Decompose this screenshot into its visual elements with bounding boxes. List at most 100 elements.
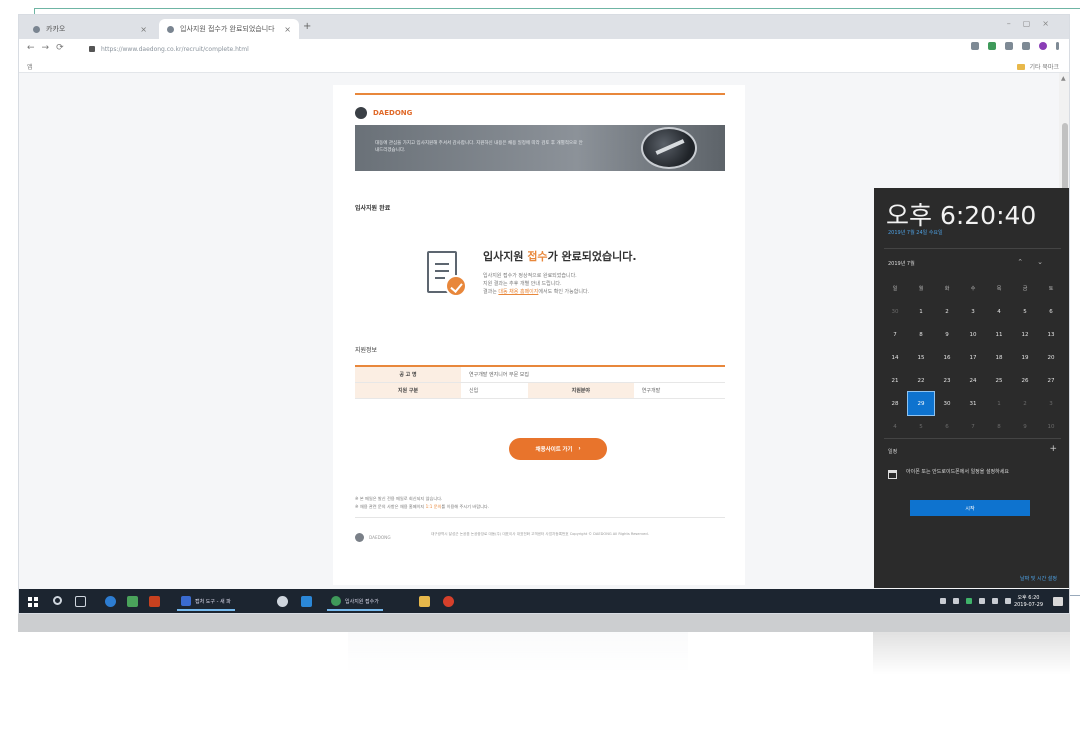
calendar-day[interactable]: 18 — [986, 346, 1012, 369]
volume-icon[interactable] — [992, 598, 998, 604]
store-icon[interactable] — [127, 596, 138, 607]
calendar-day[interactable]: 13 — [1038, 323, 1064, 346]
navigation-buttons[interactable]: ←→⟳ — [27, 43, 71, 53]
calendar-day[interactable]: 14 — [882, 346, 908, 369]
app-icon[interactable] — [443, 596, 454, 607]
calendar-day[interactable]: 3 — [1038, 392, 1064, 415]
brand-emblem-icon — [355, 107, 367, 119]
table-header-cell: 지원분야 — [527, 382, 634, 399]
calendar-day[interactable]: 15 — [908, 346, 934, 369]
task-view-icon[interactable] — [75, 596, 86, 607]
calendar-day[interactable]: 11 — [986, 323, 1012, 346]
menu-icon[interactable] — [1056, 42, 1059, 50]
taskbar-clock[interactable]: 오후 6:20 2019-07-29 — [1014, 595, 1043, 609]
agenda-start-button[interactable]: 시작 — [910, 500, 1030, 516]
notification-icon[interactable] — [1053, 597, 1063, 606]
tray-app-icon[interactable] — [966, 598, 972, 604]
calendar-day[interactable]: 1 — [986, 392, 1012, 415]
extension-icon[interactable] — [988, 42, 996, 50]
calendar-day[interactable]: 16 — [934, 346, 960, 369]
calendar-day[interactable]: 23 — [934, 369, 960, 392]
address-bar-url: https://www.daedong.co.kr/recruit/comple… — [101, 45, 249, 53]
chevron-up-icon[interactable] — [953, 598, 959, 604]
calendar-day[interactable]: 8 — [986, 415, 1012, 438]
app-icon[interactable] — [277, 596, 288, 607]
browser-tab-1[interactable]: 카카오 × — [25, 19, 155, 39]
window-controls[interactable]: –▢× — [1007, 19, 1061, 28]
calendar-day[interactable]: 1 — [908, 300, 934, 323]
extension-icon[interactable] — [1005, 42, 1013, 50]
calendar-day[interactable]: 2 — [1012, 392, 1038, 415]
taskbar-app-chrome[interactable]: 입사지원 접수가 — [327, 593, 383, 611]
calendar-day[interactable]: 9 — [1012, 415, 1038, 438]
new-tab-button[interactable]: + — [303, 21, 311, 32]
tab-favicon-icon — [167, 25, 174, 33]
clock-date-link[interactable]: 2019년 7월 24일 수요일 — [888, 229, 943, 236]
reflection-email — [348, 632, 688, 672]
pen-icon[interactable] — [940, 598, 946, 604]
network-icon[interactable] — [979, 598, 985, 604]
calendar-day[interactable]: 8 — [908, 323, 934, 346]
calendar-day[interactable]: 25 — [986, 369, 1012, 392]
recruit-site-button[interactable]: 채용사이트 가기 › — [509, 438, 607, 460]
browser-tab-bar: 카카오 × 입사지원 접수가 완료되었습니다 × + –▢× — [19, 15, 1069, 39]
calendar-day[interactable]: 10 — [1038, 415, 1064, 438]
calendar-month-label[interactable]: 2019년 7월 — [888, 260, 915, 267]
date-time-settings-link[interactable]: 날짜 및 시간 설정 — [1020, 575, 1057, 582]
scroll-up-icon[interactable]: ▲ — [1061, 75, 1066, 82]
calendar-day[interactable]: 20 — [1038, 346, 1064, 369]
calendar-day[interactable]: 28 — [882, 392, 908, 415]
calendar-day[interactable]: 21 — [882, 369, 908, 392]
app-icon[interactable] — [301, 596, 312, 607]
section-title: 입사지원 완료 — [355, 205, 391, 212]
calendar-day[interactable]: 5 — [1012, 300, 1038, 323]
calendar-day[interactable]: 6 — [934, 415, 960, 438]
calendar-day[interactable]: 2 — [934, 300, 960, 323]
calendar-day[interactable]: 22 — [908, 369, 934, 392]
calendar-month-nav[interactable]: ⌃⌄ — [1017, 258, 1057, 266]
cta-label: 채용사이트 가기 — [535, 447, 573, 453]
calendar-day[interactable]: 7 — [882, 323, 908, 346]
windows-start-icon[interactable] — [28, 597, 38, 607]
divider — [884, 438, 1061, 439]
edge-icon[interactable] — [105, 596, 116, 607]
calendar-day[interactable]: 24 — [960, 369, 986, 392]
inquiry-link[interactable]: 1:1 문의 — [426, 504, 442, 509]
file-explorer-icon[interactable] — [419, 596, 430, 607]
system-tray[interactable] — [940, 598, 1011, 604]
calendar-day[interactable]: 5 — [908, 415, 934, 438]
other-bookmarks[interactable]: 기타 북마크 — [1017, 62, 1059, 71]
calendar-day[interactable]: 9 — [934, 323, 960, 346]
office-icon[interactable] — [149, 596, 160, 607]
calendar-day[interactable]: 30 — [882, 300, 908, 323]
calendar-day[interactable]: 30 — [934, 392, 960, 415]
calendar-day[interactable]: 31 — [960, 392, 986, 415]
search-icon[interactable] — [53, 596, 62, 605]
calendar-day[interactable]: 12 — [1012, 323, 1038, 346]
add-event-button[interactable]: + — [1049, 444, 1057, 454]
profile-avatar[interactable] — [1039, 42, 1047, 50]
browser-tab-2[interactable]: 입사지원 접수가 완료되었습니다 × — [159, 19, 299, 39]
recruit-site-link[interactable]: 대동 채용 홈페이지 — [498, 289, 538, 295]
star-icon[interactable] — [971, 42, 979, 50]
calendar-day[interactable]: 27 — [1038, 369, 1064, 392]
extension-icon[interactable] — [1022, 42, 1030, 50]
calendar-day[interactable]: 4 — [986, 300, 1012, 323]
calendar-day[interactable]: 19 — [1012, 346, 1038, 369]
calendar-day[interactable]: 4 — [882, 415, 908, 438]
ime-icon[interactable] — [1005, 598, 1011, 604]
taskbar-app-snipping[interactable]: 캡처 도구 - 새 파 — [177, 593, 235, 611]
calendar-day[interactable]: 6 — [1038, 300, 1064, 323]
tab-close-icon[interactable]: × — [140, 25, 147, 34]
tab-close-icon[interactable]: × — [284, 25, 291, 34]
taskbar-app-label: 캡처 도구 - 새 파 — [195, 598, 231, 605]
calendar-day[interactable]: 26 — [1012, 369, 1038, 392]
address-bar[interactable]: https://www.daedong.co.kr/recruit/comple… — [89, 42, 909, 56]
calendar-day-today[interactable]: 29 — [907, 391, 935, 416]
calendar-day[interactable]: 3 — [960, 300, 986, 323]
apps-shortcut[interactable]: 앱 — [27, 62, 33, 71]
table-cell: 연구개발 — [633, 382, 725, 399]
calendar-day[interactable]: 10 — [960, 323, 986, 346]
calendar-day[interactable]: 17 — [960, 346, 986, 369]
calendar-day[interactable]: 7 — [960, 415, 986, 438]
